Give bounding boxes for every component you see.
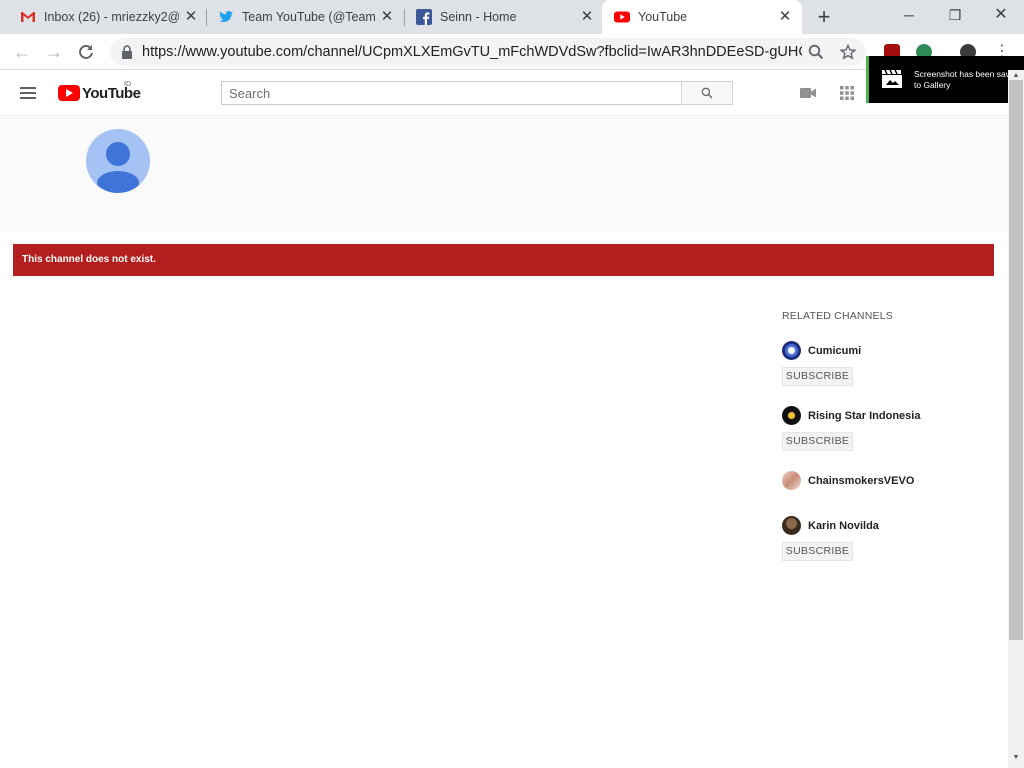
gmail-icon — [21, 12, 35, 22]
screenshot-toast: Screenshot has been saved to Gallery — [866, 56, 1024, 103]
tab-title: YouTube — [638, 10, 688, 24]
error-message: This channel does not exist. — [22, 254, 156, 265]
twitter-icon — [219, 11, 233, 22]
youtube-masthead: YouTube ID — [0, 70, 1008, 116]
channel-name[interactable]: Rising Star Indonesia — [808, 410, 920, 422]
channel-avatar[interactable] — [782, 341, 801, 360]
close-icon[interactable]: ✕ — [183, 9, 199, 25]
tab-strip: Inbox (26) - mriezzky2@g ✕ Team YouTube … — [0, 0, 1024, 34]
close-window-button[interactable]: ✕ — [990, 4, 1012, 26]
youtube-icon — [614, 11, 630, 23]
upload-video-icon[interactable] — [800, 86, 816, 100]
close-icon[interactable]: ✕ — [777, 9, 793, 25]
subscribe-button[interactable]: SUBSCRIBE — [782, 367, 853, 386]
search-input[interactable] — [221, 81, 682, 105]
logo-wordmark: YouTube — [82, 84, 141, 102]
clapperboard-icon — [882, 69, 902, 88]
minimize-button[interactable]: ─ — [898, 4, 920, 26]
reload-icon[interactable] — [76, 42, 96, 62]
youtube-play-icon — [58, 85, 80, 101]
default-user-icon — [97, 142, 139, 193]
channel-avatar[interactable] — [782, 471, 801, 490]
scrollbar-thumb[interactable] — [1009, 80, 1023, 640]
url-text: https://www.youtube.com/channel/UCpmXLXE… — [142, 44, 802, 60]
channel-name[interactable]: ChainsmokersVEVO — [808, 475, 914, 487]
subscribe-button[interactable]: SUBSCRIBE — [782, 432, 853, 451]
tab-title: Team YouTube (@TeamYo — [242, 10, 375, 24]
close-icon[interactable]: ✕ — [579, 9, 595, 25]
zoom-icon[interactable] — [808, 44, 824, 60]
channel-name[interactable]: Karin Novilda — [808, 520, 879, 532]
guide-menu-icon[interactable] — [20, 87, 36, 99]
channel-header — [0, 117, 1008, 231]
bookmark-star-icon[interactable] — [840, 44, 856, 60]
lock-icon — [122, 45, 132, 59]
close-icon[interactable]: ✕ — [379, 9, 395, 25]
omnibox[interactable]: https://www.youtube.com/channel/UCpmXLXE… — [110, 38, 866, 66]
channel-avatar[interactable] — [782, 516, 801, 535]
related-channels-heading: RELATED CHANNELS — [782, 310, 893, 322]
youtube-logo[interactable]: YouTube ID — [58, 81, 141, 102]
tab-title: Seinn - Home — [440, 10, 517, 24]
channel-avatar[interactable] — [782, 406, 801, 425]
tab-twitter[interactable]: Team YouTube (@TeamYo ✕ — [198, 0, 403, 34]
tab-youtube[interactable]: YouTube ✕ — [602, 0, 802, 34]
tab-title: Inbox (26) - mriezzky2@g — [44, 10, 179, 24]
avatar — [86, 129, 150, 193]
back-button[interactable]: ← — [12, 42, 32, 62]
channel-name[interactable]: Cumicumi — [808, 345, 861, 357]
search-icon — [701, 87, 713, 99]
forward-button[interactable]: → — [44, 42, 64, 62]
tab-gmail[interactable]: Inbox (26) - mriezzky2@g ✕ — [0, 0, 205, 34]
subscribe-button[interactable]: SUBSCRIBE — [782, 542, 853, 561]
country-code: ID — [124, 81, 131, 88]
new-tab-button[interactable]: + — [814, 6, 834, 28]
restore-button[interactable]: ❐ — [944, 4, 966, 26]
search-button[interactable] — [681, 81, 733, 105]
facebook-icon — [416, 9, 432, 25]
apps-grid-icon[interactable] — [840, 86, 854, 100]
scroll-down-arrow[interactable]: ▼ — [1008, 752, 1024, 764]
error-banner: This channel does not exist. — [13, 244, 994, 276]
tab-facebook[interactable]: Seinn - Home ✕ — [396, 0, 601, 34]
